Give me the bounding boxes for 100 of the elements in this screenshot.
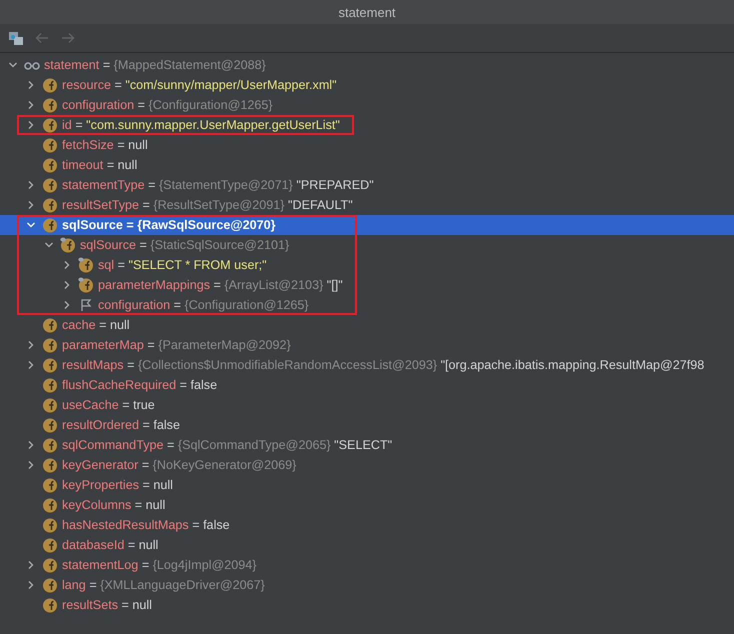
variable-text: databaseId = null: [62, 538, 158, 552]
field-icon: [42, 457, 58, 473]
variable-text: cache = null: [62, 318, 130, 332]
field-icon: [42, 177, 58, 193]
variable-text: sql = "SELECT * FROM user;": [98, 258, 267, 272]
variable-text: configuration = {Configuration@1265}: [98, 298, 309, 312]
chevron-right-icon[interactable]: [26, 460, 36, 470]
field-icon: [42, 397, 58, 413]
variable-text: sqlSource = {RawSqlSource@2070}: [62, 218, 276, 232]
variable-text: id = "com.sunny.mapper.UserMapper.getUserList": [62, 118, 340, 132]
tree-row[interactable]: flushCacheRequired = false: [0, 375, 734, 395]
variable-text: resource = "com/sunny/mapper/UserMapper.xml": [62, 78, 337, 92]
variable-text: keyGenerator = {NoKeyGenerator@2069}: [62, 458, 296, 472]
chevron-right-icon[interactable]: [26, 180, 36, 190]
variable-text: resultOrdered = false: [62, 418, 180, 432]
field-icon: [42, 557, 58, 573]
window-title: statement: [338, 4, 396, 20]
tree-row[interactable]: hasNestedResultMaps = false: [0, 515, 734, 535]
tree-row[interactable]: parameterMappings = {ArrayList@2103} "[]": [0, 275, 734, 295]
field-icon: [42, 77, 58, 93]
field-icon: [42, 217, 58, 233]
tree-row[interactable]: useCache = true: [0, 395, 734, 415]
tree-row[interactable]: resource = "com/sunny/mapper/UserMapper.xml": [0, 75, 734, 95]
variable-text: useCache = true: [62, 398, 155, 412]
variable-text: configuration = {Configuration@1265}: [62, 98, 273, 112]
tree-row[interactable]: lang = {XMLLanguageDriver@2067}: [0, 575, 734, 595]
variable-text: parameterMap = {ParameterMap@2092}: [62, 338, 291, 352]
field-icon: [42, 517, 58, 533]
chevron-right-icon[interactable]: [26, 360, 36, 370]
variable-text: keyProperties = null: [62, 478, 173, 492]
tree-row[interactable]: sqlSource = {StaticSqlSource@2101}: [0, 235, 734, 255]
chevron-right-icon[interactable]: [26, 440, 36, 450]
field-icon: [42, 117, 58, 133]
tree-row[interactable]: parameterMap = {ParameterMap@2092}: [0, 335, 734, 355]
field-icon: [42, 497, 58, 513]
field-icon: [42, 317, 58, 333]
tree-row[interactable]: resultSetType = {ResultSetType@2091} "DEFAULT": [0, 195, 734, 215]
tree-row[interactable]: id = "com.sunny.mapper.UserMapper.getUserList": [0, 115, 734, 135]
field-icon: [42, 477, 58, 493]
variable-text: resultSetType = {ResultSetType@2091} "DEFAULT": [62, 198, 353, 212]
field-icon: [42, 337, 58, 353]
static-field-icon: [78, 277, 94, 293]
field-icon: [42, 357, 58, 373]
variable-text: flushCacheRequired = false: [62, 378, 218, 392]
tree-row[interactable]: statement = {MappedStatement@2088}: [0, 55, 734, 75]
tree-row[interactable]: timeout = null: [0, 155, 734, 175]
tree-row[interactable]: resultOrdered = false: [0, 415, 734, 435]
tree-row[interactable]: cache = null: [0, 315, 734, 335]
variable-text: lang = {XMLLanguageDriver@2067}: [62, 578, 265, 592]
chevron-right-icon[interactable]: [26, 560, 36, 570]
selected-row-highlight[interactable]: [0, 215, 734, 235]
field-icon: [42, 537, 58, 553]
chevron-down-icon[interactable]: [26, 220, 36, 230]
field-icon: [42, 377, 58, 393]
tree-row[interactable]: keyProperties = null: [0, 475, 734, 495]
variable-text: parameterMappings = {ArrayList@2103} "[]": [98, 278, 343, 292]
chevron-right-icon[interactable]: [26, 100, 36, 110]
frames-icon: [8, 30, 24, 46]
field-icon: [42, 97, 58, 113]
chevron-right-icon[interactable]: [26, 200, 36, 210]
field-icon: [42, 197, 58, 213]
chevron-right-icon[interactable]: [26, 340, 36, 350]
variable-text: timeout = null: [62, 158, 138, 172]
variable-text: statementLog = {Log4jImpl@2094}: [62, 558, 257, 572]
variable-text: statementType = {StatementType@2071} "PREPARED": [62, 178, 374, 192]
chevron-down-icon[interactable]: [8, 60, 18, 70]
chevron-down-icon[interactable]: [44, 240, 54, 250]
chevron-right-icon[interactable]: [62, 280, 72, 290]
tree-row[interactable]: resultSets = null: [0, 595, 734, 615]
field-icon: [42, 577, 58, 593]
tree-row[interactable]: keyColumns = null: [0, 495, 734, 515]
tree-row[interactable]: statementType = {StatementType@2071} "PREPARED": [0, 175, 734, 195]
static-field-icon: [60, 237, 76, 253]
tree-row[interactable]: statementLog = {Log4jImpl@2094}: [0, 555, 734, 575]
field-icon: [42, 157, 58, 173]
field-icon: [42, 417, 58, 433]
tree-row[interactable]: resultMaps = {Collections$UnmodifiableRandomAccessList@2093} "[org.apache.ibatis.mapping.ResultMap@27f98: [0, 355, 734, 375]
tree-row[interactable]: sqlCommandType = {SqlCommandType@2065} "SELECT": [0, 435, 734, 455]
variable-text: sqlSource = {StaticSqlSource@2101}: [80, 238, 290, 252]
chevron-right-icon[interactable]: [26, 580, 36, 590]
tree-row[interactable]: configuration = {Configuration@1265}: [0, 95, 734, 115]
tree-row[interactable]: keyGenerator = {NoKeyGenerator@2069}: [0, 455, 734, 475]
field-icon: [42, 437, 58, 453]
variable-text: hasNestedResultMaps = false: [62, 518, 230, 532]
field-icon: [42, 597, 58, 613]
variable-text: keyColumns = null: [62, 498, 166, 512]
chevron-right-icon[interactable]: [62, 300, 72, 310]
field-icon: [42, 137, 58, 153]
chevron-right-icon[interactable]: [26, 120, 36, 130]
variable-text: resultSets = null: [62, 598, 152, 612]
chevron-right-icon[interactable]: [26, 80, 36, 90]
variable-text: fetchSize = null: [62, 138, 148, 152]
chevron-right-icon[interactable]: [62, 260, 72, 270]
variable-text: sqlCommandType = {SqlCommandType@2065} "SELECT": [62, 438, 392, 452]
static-field-icon: [78, 257, 94, 273]
variable-text: statement = {MappedStatement@2088}: [44, 58, 266, 72]
tree-row[interactable]: fetchSize = null: [0, 135, 734, 155]
tree-row[interactable]: databaseId = null: [0, 535, 734, 555]
tree-row[interactable]: sql = "SELECT * FROM user;": [0, 255, 734, 275]
tree-row[interactable]: configuration = {Configuration@1265}: [0, 295, 734, 315]
